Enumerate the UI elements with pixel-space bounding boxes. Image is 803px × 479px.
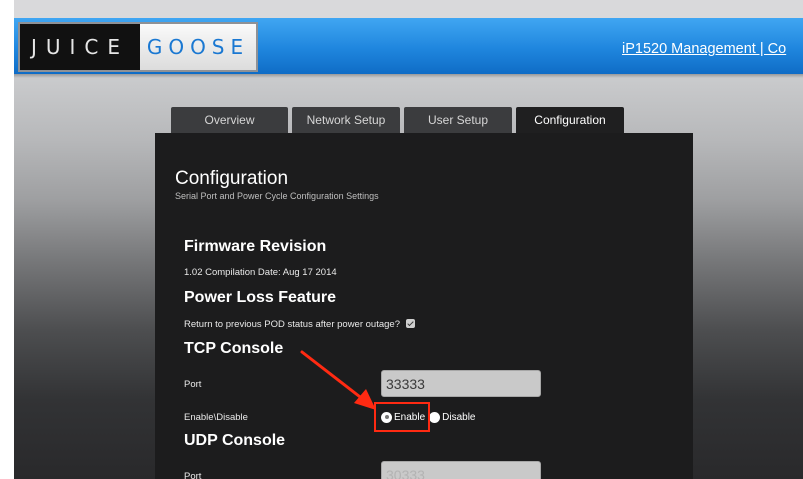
tab-overview[interactable]: Overview bbox=[171, 107, 288, 133]
configuration-panel: Configuration Serial Port and Power Cycl… bbox=[155, 133, 693, 479]
tab-user-setup[interactable]: User Setup bbox=[404, 107, 512, 133]
firmware-value: 1.02 Compilation Date: Aug 17 2014 bbox=[184, 267, 337, 278]
tcp-disable-radio[interactable] bbox=[429, 411, 441, 423]
tcp-console-heading: TCP Console bbox=[184, 340, 284, 357]
power-loss-heading: Power Loss Feature bbox=[184, 289, 337, 306]
udp-console-heading: UDP Console bbox=[184, 432, 286, 449]
udp-port-label: Port bbox=[184, 471, 202, 479]
tcp-port-label: Port bbox=[184, 379, 202, 390]
tab-network-setup[interactable]: Network Setup bbox=[292, 107, 400, 133]
power-loss-row: Return to previous POD status after powe… bbox=[184, 319, 415, 330]
page-title: Configuration bbox=[175, 168, 289, 189]
tcp-port-input[interactable]: 33333 bbox=[381, 370, 541, 397]
juicegoose-logo[interactable]: JUICE GOOSE bbox=[18, 22, 258, 72]
page-background: JUICE GOOSE iP1520 Management | Co Overv… bbox=[14, 0, 803, 479]
tab-configuration[interactable]: Configuration bbox=[516, 107, 624, 133]
tab-bar: Overview Network Setup User Setup Config… bbox=[171, 107, 628, 133]
tab-user-setup-label: User Setup bbox=[427, 113, 489, 127]
header: JUICE GOOSE iP1520 Management | Co bbox=[14, 0, 803, 78]
tab-overview-label: Overview bbox=[204, 113, 255, 127]
tab-network-setup-label: Network Setup bbox=[306, 113, 386, 127]
tcp-enable-label: Enable\Disable bbox=[184, 412, 248, 423]
power-loss-checkbox[interactable] bbox=[405, 319, 415, 328]
logo-juice-text: JUICE bbox=[20, 24, 140, 70]
management-link-text[interactable]: iP1520 Management | Co bbox=[622, 41, 786, 57]
logo-goose-text: GOOSE bbox=[140, 24, 256, 70]
annotation-highlight-box bbox=[374, 402, 430, 432]
firmware-heading: Firmware Revision bbox=[184, 238, 327, 255]
tab-configuration-label: Configuration bbox=[534, 113, 606, 127]
page-subtitle: Serial Port and Power Cycle Configuratio… bbox=[175, 191, 379, 201]
tcp-disable-radio-label[interactable]: Disable bbox=[442, 412, 475, 423]
management-link[interactable]: iP1520 Management | Co bbox=[622, 41, 786, 57]
udp-port-input[interactable]: 30333 bbox=[381, 461, 541, 479]
power-loss-question: Return to previous POD status after powe… bbox=[184, 319, 400, 330]
